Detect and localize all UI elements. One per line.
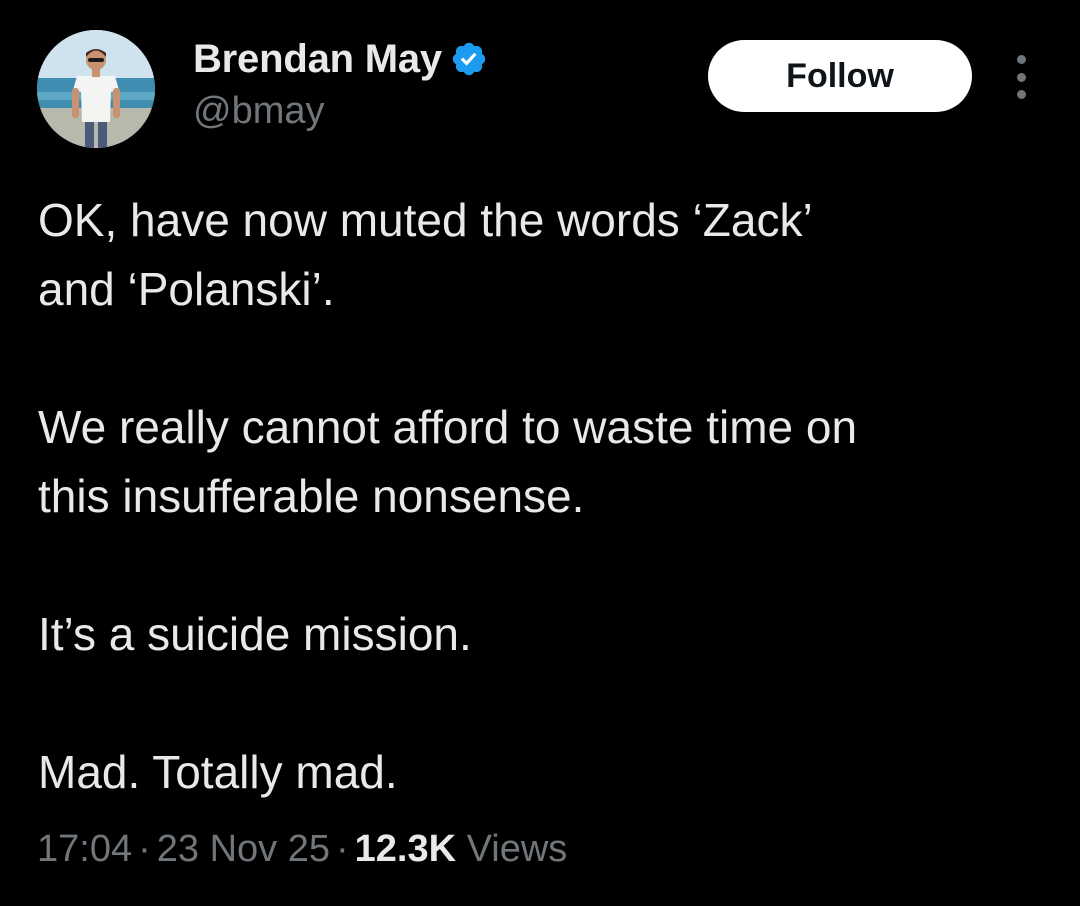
tweet-meta: 17:04 · 23 Nov 25 · 12.3K Views <box>37 828 567 871</box>
tweet-text: OK, have now muted the words ‘Zack’ and … <box>38 186 1048 807</box>
author-display-name[interactable]: Brendan May <box>193 37 442 82</box>
tweet-paragraph: Mad. Totally mad. <box>38 746 398 798</box>
author-name-row: Brendan May <box>193 36 488 82</box>
meta-separator: · <box>138 828 151 870</box>
meta-separator: · <box>335 828 349 870</box>
tweet-date[interactable]: 23 Nov 25 <box>157 828 330 870</box>
profile-photo <box>37 30 155 148</box>
views-label: Views <box>466 828 568 870</box>
more-dot <box>1016 55 1026 64</box>
follow-button[interactable]: Follow <box>708 40 972 112</box>
views-count[interactable]: 12.3K <box>355 828 456 870</box>
tweet-paragraph: It’s a suicide mission. <box>38 608 472 660</box>
avatar[interactable] <box>37 30 155 148</box>
more-dot <box>1016 72 1026 82</box>
author-handle[interactable]: @bmay <box>193 90 325 133</box>
more-vertical-icon[interactable] <box>1004 55 1038 99</box>
tweet-paragraph: OK, have now muted the words ‘Zack’ and … <box>38 194 813 315</box>
tweet-paragraph: We really cannot afford to waste time on… <box>38 401 858 522</box>
tweet-time[interactable]: 17:04 <box>37 828 132 870</box>
tweet-card: Brendan May @bmay Follow OK, have now mu… <box>0 0 1080 906</box>
verified-badge-icon[interactable] <box>450 40 488 78</box>
more-dot <box>1016 90 1026 99</box>
